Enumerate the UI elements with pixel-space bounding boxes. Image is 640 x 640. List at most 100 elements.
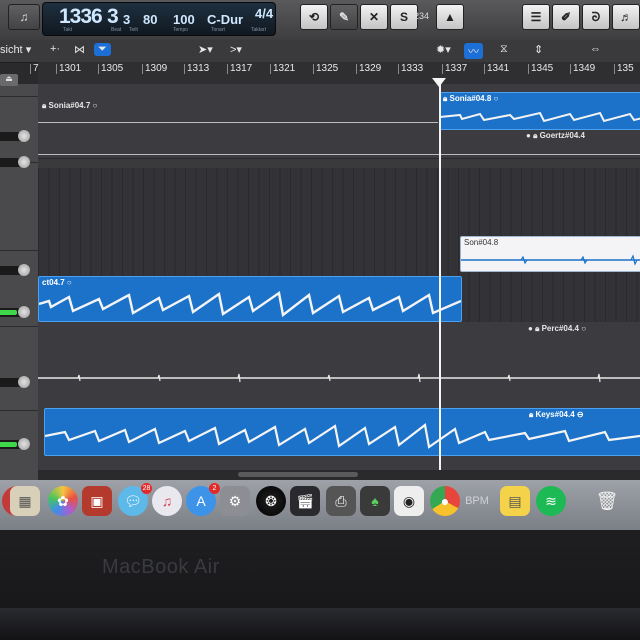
media-browser-button[interactable]: ♬ [612, 4, 640, 30]
tracks-toolbar: sicht ▾ +· ⋈ ⏷ ➤▾ >▾ ✹▾ 〰 ⧖ ⇕ ⇔ [0, 40, 640, 63]
region-label: ct04.7 ○ [42, 278, 72, 287]
volume-slider[interactable] [0, 156, 30, 168]
ruler-bar: 1321 [270, 64, 295, 74]
dock-photos[interactable]: ✿ [48, 486, 78, 516]
settings-menu[interactable]: ✹▾ [436, 43, 451, 56]
track-header[interactable] [0, 250, 38, 327]
track-lane[interactable]: ct04.7 ○ [38, 276, 640, 323]
fit-button[interactable]: ⧖ [500, 43, 508, 56]
device-label: MacBook Air [102, 556, 220, 578]
dock-bpm[interactable]: BPM [462, 486, 492, 516]
playhead[interactable] [439, 78, 441, 470]
preview-icon: ▦ [18, 493, 32, 509]
dock-spotify[interactable]: ≋ [536, 486, 566, 516]
dock-app-store[interactable]: A 2 [186, 483, 220, 516]
tuner-x-button[interactable]: ✕ [360, 4, 388, 30]
loop-circle-icon: ○ [493, 94, 499, 103]
scroll-thumb[interactable] [238, 472, 358, 477]
track-lane[interactable]: 🔒︎ Keys#04.4 ⊖ [38, 408, 640, 471]
dock-printer[interactable]: ⎙ [326, 486, 356, 516]
lcd-caption-tempo: Tempo [173, 27, 189, 33]
smart-control-button[interactable]: ⋈ [74, 43, 85, 56]
tuner-button[interactable]: ♫ [8, 4, 40, 30]
lcd-value: 100 [173, 12, 195, 27]
track-list-button[interactable]: ⏏ [0, 74, 18, 86]
control-bar: ♫ 1336 3 3 80 100 C-Dur 4/4 Takt Beat Te… [0, 0, 640, 41]
dock-preview[interactable]: ▦ [10, 486, 40, 516]
horizontal-scrollbar[interactable] [38, 470, 640, 480]
dock-system-preferences[interactable]: ⚙ [220, 486, 250, 516]
chrome-icon: ● [440, 493, 450, 509]
dock-final-cut[interactable]: 🎬︎ [290, 486, 320, 516]
lcd-division: 3 [123, 12, 131, 27]
track-header[interactable] [0, 326, 38, 411]
dock-chrome[interactable]: ● [430, 486, 460, 516]
track-lane[interactable]: ● 🔒︎ Perc#04.4 ○ [38, 322, 640, 409]
photo-booth-icon: ▣ [90, 493, 104, 509]
lock-icon: 🔒︎ [535, 324, 540, 333]
region-label: 🔒︎ Keys#04.4 ⊖ [529, 410, 584, 420]
loop-browser-button[interactable]: ᘐ [582, 4, 610, 30]
arrange-area[interactable]: 🔒︎ Sonia#04.7 ○ 🔒︎ Sonia#04.8 ○ ● 🔒︎ Goe… [38, 84, 640, 480]
lcd-caption-key: Tonart [211, 27, 225, 33]
ruler-bar: 135 [614, 64, 634, 74]
dock-messages[interactable]: 💬︎ 28 [118, 483, 152, 516]
dock-trash[interactable]: 🗑︎ [592, 486, 622, 516]
dock-photo-booth[interactable]: ▣ [82, 486, 112, 516]
audio-region-selected[interactable]: Son#04.8 [460, 236, 640, 272]
add-track-button[interactable]: +· [50, 43, 60, 55]
view-menu[interactable]: sicht ▾ [0, 43, 31, 56]
count-in-button[interactable]: 1234 [406, 4, 432, 28]
metronome-button[interactable]: ▲ [436, 4, 464, 30]
playhead-handle[interactable] [432, 78, 446, 87]
dock-aperture[interactable]: ❂ [256, 486, 286, 516]
pointer-tool-menu[interactable]: ➤▾ [198, 43, 213, 56]
cycle-button[interactable]: ⟲ [300, 4, 328, 30]
lcd-caption-division: Teilt [129, 27, 138, 33]
volume-slider-active[interactable] [0, 438, 30, 450]
filter-button[interactable]: ⏷ [94, 43, 111, 56]
list-editor-button[interactable]: ☰ [522, 4, 550, 30]
lcd-caption-beat: Beat [111, 27, 122, 33]
secondary-tool-menu[interactable]: >▾ [230, 43, 242, 56]
track-lane[interactable]: 🔒︎ Sonia#04.7 ○ 🔒︎ Sonia#04.8 ○ ● 🔒︎ Goe… [38, 84, 640, 159]
horizontal-zoom-slider[interactable]: ⇔ [590, 43, 601, 55]
lcd-display[interactable]: 1336 3 3 80 100 C-Dur 4/4 Takt Beat Teil… [42, 2, 276, 36]
lcd-bar: 1336 [59, 5, 103, 28]
track-header[interactable] [0, 156, 38, 251]
speech-bubble-icon: 💬︎ [124, 493, 142, 509]
audio-region[interactable]: 🔒︎ Sonia#04.8 ○ [439, 92, 640, 130]
track-header[interactable] [0, 410, 38, 481]
dock-app[interactable]: ◉ [394, 486, 424, 516]
volume-slider-active[interactable] [0, 306, 30, 318]
volume-slider[interactable] [0, 264, 30, 276]
dock-stickies[interactable]: ▤ [500, 486, 530, 516]
track-lane[interactable]: Son#04.8 [38, 168, 640, 277]
track-headers: ⏏ [0, 74, 39, 481]
volume-slider[interactable] [0, 130, 30, 142]
vertical-zoom-slider[interactable]: ⇕ [534, 43, 543, 56]
lcd-caption-sig: Taktart [251, 27, 267, 33]
lock-icon: 🔒︎ [533, 131, 538, 140]
vertical-zoom-icon: ⇕ [534, 44, 544, 56]
lcd-caption-bar: Takt [63, 27, 73, 33]
volume-slider[interactable] [0, 376, 30, 388]
dock-itunes[interactable]: ♫ [152, 486, 182, 516]
audio-region[interactable]: ct04.7 ○ [38, 276, 462, 322]
ruler-bar: 1329 [356, 64, 381, 74]
dock-evernote[interactable]: ♠ [360, 486, 390, 516]
audio-region[interactable]: 🔒︎ Keys#04.4 ⊖ [44, 408, 640, 456]
app-icon: ◉ [402, 493, 416, 509]
waveform-zoom-button[interactable]: 〰 [464, 43, 483, 59]
region-name: Sonia#04.8 [449, 94, 492, 103]
trash-icon: 🗑︎ [595, 491, 619, 511]
aperture-icon: ❂ [265, 493, 277, 509]
loop-circle-icon: ○ [92, 101, 98, 110]
notepad-button[interactable]: ✐ [552, 4, 580, 30]
pencil-button[interactable]: ✎ [330, 4, 358, 30]
ruler-bar: 1305 [98, 64, 123, 74]
bar-ruler[interactable]: 7 1301 1305 1309 1313 1317 1321 1325 132… [30, 62, 640, 85]
track-header[interactable] [0, 96, 38, 163]
list-icon: ☰ [530, 10, 542, 24]
region-label: ● 🔒︎ Goertz#04.4 [526, 131, 585, 141]
